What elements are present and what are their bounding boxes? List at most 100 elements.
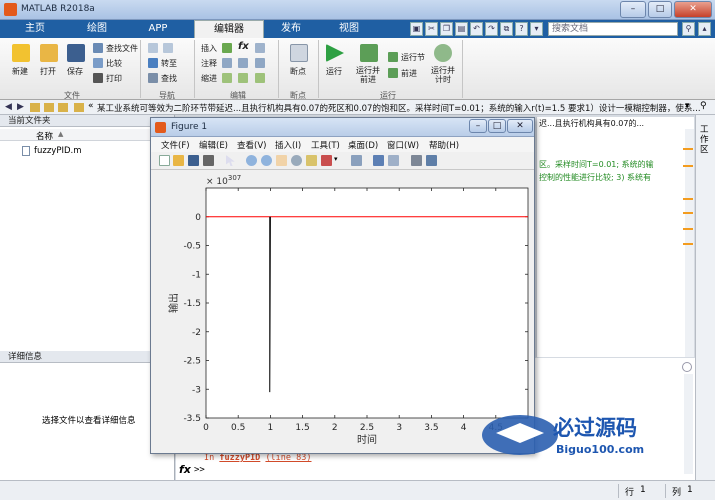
open-file-icon[interactable] [173, 155, 184, 166]
warning-marker[interactable] [683, 148, 693, 150]
nav-forward-icon[interactable] [163, 43, 173, 53]
warning-marker[interactable] [683, 243, 693, 245]
goto-button[interactable]: 转至 [161, 58, 177, 69]
address-search-icon[interactable]: ⚲ [700, 101, 707, 111]
menu-desktop[interactable]: 桌面(D) [348, 139, 378, 151]
legend-icon[interactable] [388, 155, 399, 166]
tab-publish[interactable]: 发布 [268, 20, 314, 38]
run-advance-icon[interactable] [360, 44, 378, 62]
search-icon[interactable]: ⚲ [682, 22, 695, 36]
link-plot-icon[interactable] [351, 155, 362, 166]
decrease-indent-icon[interactable] [255, 73, 265, 83]
warning-marker[interactable] [683, 212, 693, 214]
cut-icon[interactable]: ✂ [425, 22, 438, 36]
list-item[interactable]: fuzzyPID.m [34, 146, 82, 156]
show-plot-tools-icon[interactable] [426, 155, 437, 166]
run-icon[interactable] [326, 44, 344, 62]
smart-indent-icon[interactable] [255, 43, 265, 53]
breakpoints-icon[interactable] [290, 44, 308, 62]
increase-indent-icon[interactable] [238, 73, 248, 83]
paste-icon[interactable]: ▤ [455, 22, 468, 36]
insert-button[interactable]: 插入 [201, 43, 217, 54]
collapse-ribbon-icon[interactable]: ▴ [698, 22, 711, 36]
advance-button[interactable]: 前进 [401, 68, 417, 79]
copy-icon[interactable]: ❐ [440, 22, 453, 36]
new-folder-icon[interactable] [58, 103, 68, 112]
warning-marker[interactable] [683, 228, 693, 230]
pan-hand-icon[interactable] [276, 155, 287, 166]
switch-windows-icon[interactable]: ⧉ [500, 22, 513, 36]
brush-icon[interactable] [321, 155, 332, 166]
warning-marker[interactable] [683, 165, 693, 167]
menu-tools[interactable]: 工具(T) [311, 139, 340, 151]
tab-view[interactable]: 视图 [326, 20, 372, 38]
open-folder-icon[interactable] [40, 44, 58, 62]
warning-marker[interactable] [683, 198, 693, 200]
redo-icon[interactable]: ↷ [485, 22, 498, 36]
close-button[interactable]: ✕ [674, 1, 712, 18]
run-advance-button[interactable]: 运行并 前进 [356, 66, 380, 84]
dropdown-icon[interactable]: ▾ [530, 22, 543, 36]
menu-file[interactable]: 文件(F) [161, 139, 190, 151]
run-button[interactable]: 运行 [326, 66, 342, 77]
undo-icon[interactable]: ↶ [470, 22, 483, 36]
run-section-button[interactable]: 运行节 [401, 52, 425, 63]
back-arrow-icon[interactable]: ◀ [5, 102, 12, 112]
maximize-button[interactable]: □ [648, 1, 672, 18]
command-prompt[interactable]: >> [194, 465, 205, 475]
breakpoints-button[interactable]: 断点 [290, 66, 306, 77]
breadcrumb[interactable]: 某工业系统可等效为二阶环节带延迟...且执行机构具有0.07的死区和0.07的饱… [97, 102, 701, 114]
new-button[interactable]: 新建 [12, 66, 28, 77]
find-button[interactable]: 查找 [161, 73, 177, 84]
fx-button[interactable]: fx [238, 41, 249, 52]
fx-prompt-icon[interactable]: fx [179, 463, 191, 476]
error-line-link[interactable]: (line 83) [265, 453, 311, 463]
column-name-header[interactable]: 名称 [36, 130, 53, 142]
folder-up-icon[interactable] [30, 103, 40, 112]
search-input[interactable]: 搜索文档 [548, 22, 678, 36]
menu-edit[interactable]: 编辑(E) [199, 139, 228, 151]
colorbar-icon[interactable] [373, 155, 384, 166]
figure-title-bar[interactable]: Figure 1 – □ ✕ [151, 118, 534, 137]
breadcrumb-overflow-icon[interactable]: « [88, 101, 94, 111]
figure-minimize-button[interactable]: – [469, 119, 487, 133]
print-button[interactable]: 打印 [106, 73, 122, 84]
pointer-icon[interactable] [226, 155, 235, 166]
figure-close-button[interactable]: ✕ [507, 119, 533, 133]
uncomment-icon[interactable] [238, 58, 248, 68]
data-cursor-icon[interactable] [306, 155, 317, 166]
print-figure-icon[interactable] [203, 155, 214, 166]
run-time-button[interactable]: 运行并 计时 [431, 66, 455, 84]
wrap-comments-icon[interactable] [255, 58, 265, 68]
browse-folder-icon[interactable] [44, 103, 54, 112]
hide-plot-tools-icon[interactable] [411, 155, 422, 166]
command-menu-icon[interactable] [682, 362, 692, 372]
zoom-in-icon[interactable] [246, 155, 257, 166]
nav-back-icon[interactable] [148, 43, 158, 53]
save-figure-icon[interactable] [188, 155, 199, 166]
save-button[interactable]: 保存 [67, 66, 83, 77]
menu-insert[interactable]: 插入(I) [275, 139, 301, 151]
tab-editor[interactable]: 编辑器 [194, 20, 264, 38]
editor-pane[interactable]: 迟...且执行机构具有0.07的... 区。采样时间T=0.01; 系统的输 控… [536, 117, 694, 357]
forward-arrow-icon[interactable]: ▶ [17, 102, 24, 112]
save-quick-icon[interactable]: ▣ [410, 22, 423, 36]
compare-button[interactable]: 比较 [106, 58, 122, 69]
tab-apps[interactable]: APP [135, 20, 181, 38]
menu-help[interactable]: 帮助(H) [429, 139, 459, 151]
minimize-button[interactable]: – [620, 1, 646, 18]
menu-view[interactable]: 查看(V) [237, 139, 266, 151]
editor-tab-title[interactable]: 迟...且执行机构具有0.07的... [539, 118, 644, 129]
figure-window[interactable]: Figure 1 – □ ✕ 文件(F) 编辑(E) 查看(V) 插入(I) 工… [150, 117, 535, 454]
figure-maximize-button[interactable]: □ [488, 119, 506, 133]
new-icon[interactable] [12, 44, 30, 62]
tab-home[interactable]: 主页 [12, 20, 58, 38]
open-button[interactable]: 打开 [40, 66, 56, 77]
save-icon[interactable] [67, 44, 85, 62]
address-dropdown-icon[interactable]: ▾ [685, 101, 690, 111]
run-time-icon[interactable] [434, 44, 452, 62]
new-figure-icon[interactable] [159, 155, 170, 166]
comment-button[interactable]: 注释 [201, 58, 217, 69]
find-files-button[interactable]: 查找文件 [106, 43, 138, 54]
error-function-link[interactable]: fuzzyPID [219, 453, 260, 463]
